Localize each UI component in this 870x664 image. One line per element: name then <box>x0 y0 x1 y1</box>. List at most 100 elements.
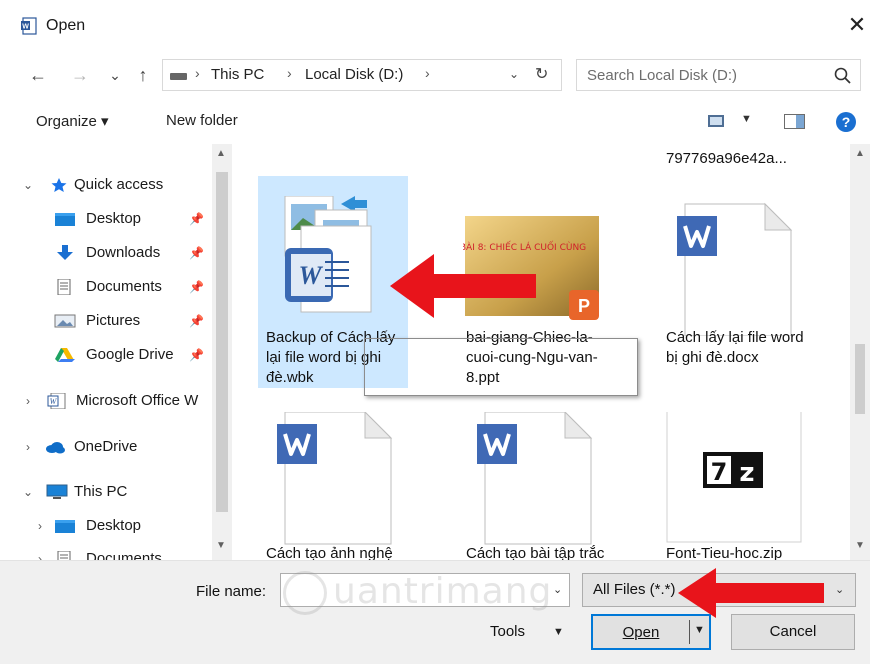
7zip-archive-icon: 7 z <box>666 412 802 543</box>
expand-chevron-icon[interactable]: › <box>32 511 48 541</box>
truncated-file-label[interactable]: 797769a96e42a... <box>666 150 787 167</box>
red-annotation-arrow-icon <box>390 254 536 318</box>
drive-icon <box>170 73 187 80</box>
split-divider <box>689 620 690 644</box>
nav-item-onedrive[interactable]: › OneDrive <box>20 432 210 462</box>
nav-scrollbar[interactable]: ▲ ▼ <box>212 144 232 560</box>
expand-chevron-icon[interactable]: › <box>20 432 36 462</box>
breadcrumb-local-disk[interactable]: Local Disk (D:) <box>305 66 403 83</box>
forward-arrow-icon[interactable]: → <box>68 63 92 87</box>
file-name-label: File name: <box>196 583 267 600</box>
file-item-cach-lay-lai-docx[interactable]: Cách lấy lại file word bị ghi đè.docx <box>658 176 808 388</box>
recent-locations-chevron-icon[interactable]: ⌄ <box>103 63 127 87</box>
open-button[interactable]: Open ▼ <box>591 614 711 650</box>
scroll-up-icon[interactable]: ▲ <box>216 148 226 159</box>
file-item-cach-tao-bai-tap[interactable]: Cách tạo bài tập trắc nghiệm <box>458 392 608 560</box>
file-item-font-tieu-hoc-zip[interactable]: 7 z Font-Tieu-hoc.zip <box>658 392 808 560</box>
nav-item-pictures[interactable]: Pictures 📌 <box>54 306 210 336</box>
file-name-label: Cách lấy lại file word bị ghi đè.docx <box>666 329 804 366</box>
pin-icon: 📌 <box>189 246 204 260</box>
scrollbar-thumb[interactable] <box>855 344 865 414</box>
address-row: ← → ⌄ ↑ › This PC › Local Disk (D:) › ⌄ … <box>0 55 870 95</box>
help-icon[interactable]: ? <box>836 112 856 132</box>
watermark-text: uantrimang <box>333 571 553 612</box>
pin-icon: 📌 <box>189 314 204 328</box>
svg-text:W: W <box>298 261 323 290</box>
nav-item-label: Desktop <box>86 517 142 534</box>
search-input[interactable] <box>577 60 827 90</box>
desktop-folder-icon <box>55 213 75 226</box>
expand-chevron-icon[interactable]: ⌄ <box>20 477 36 507</box>
google-drive-icon <box>55 348 75 362</box>
word-document-icon <box>277 412 393 545</box>
address-bar[interactable]: › This PC › Local Disk (D:) › ⌄ ↻ <box>162 59 562 91</box>
nav-item-desktop[interactable]: Desktop 📌 <box>54 204 210 234</box>
download-arrow-icon <box>57 245 73 260</box>
nav-item-label: Quick access <box>74 176 164 193</box>
search-box[interactable] <box>576 59 861 91</box>
star-icon <box>51 178 67 192</box>
nav-item-quick-access[interactable]: ⌄ Quick access <box>20 170 210 200</box>
nav-item-label: OneDrive <box>74 438 138 455</box>
tools-dropdown-icon[interactable]: ▼ <box>553 626 564 638</box>
nav-item-microsoft-office[interactable]: › W Microsoft Office W <box>20 386 212 416</box>
cancel-button[interactable]: Cancel <box>731 614 855 650</box>
expand-chevron-icon[interactable]: › <box>20 386 36 416</box>
new-folder-button[interactable]: New folder <box>166 112 238 129</box>
nav-item-this-pc-desktop[interactable]: › Desktop <box>32 511 210 541</box>
file-item-cach-tao-anh[interactable]: Cách tạo ảnh nghệ thuật <box>258 392 408 560</box>
window-title: Open <box>46 17 86 34</box>
tools-button[interactable]: Tools <box>490 623 525 640</box>
preview-pane-icon[interactable] <box>784 114 805 129</box>
back-arrow-icon[interactable]: ← <box>26 63 50 87</box>
pin-icon: 📌 <box>189 348 204 362</box>
word-app-icon: W <box>21 17 37 35</box>
breadcrumb-this-pc[interactable]: This PC <box>211 66 264 83</box>
scroll-down-icon[interactable]: ▼ <box>216 540 226 551</box>
scrollbar-thumb[interactable] <box>216 172 228 512</box>
nav-item-label: Microsoft Office W <box>76 392 199 409</box>
pictures-icon <box>54 314 76 328</box>
scroll-up-icon[interactable]: ▲ <box>855 148 865 159</box>
file-list-pane: 797769a96e42a... W Backup of Cách lấy lạ… <box>232 144 870 560</box>
scroll-down-icon[interactable]: ▼ <box>855 540 865 551</box>
view-dropdown-icon[interactable]: ▼ <box>741 113 752 125</box>
svg-text:7: 7 <box>711 458 728 486</box>
nav-item-this-pc[interactable]: ⌄ This PC <box>20 477 210 507</box>
nav-item-documents[interactable]: Documents 📌 <box>54 272 210 302</box>
file-type-dropdown-icon[interactable]: ⌄ <box>835 583 844 596</box>
title-bar: W Open ✕ <box>0 0 870 52</box>
nav-item-google-drive[interactable]: Google Drive 📌 <box>54 340 210 370</box>
onedrive-cloud-icon <box>46 442 65 454</box>
nav-item-this-pc-documents[interactable]: › Documents <box>32 544 210 560</box>
word-backup-icon: W <box>284 196 372 313</box>
files-scrollbar[interactable]: ▲ ▼ <box>850 144 870 560</box>
open-button-label: Open <box>622 624 660 641</box>
breadcrumb-separator: › <box>425 65 430 81</box>
navigation-pane: ⌄ Quick access Desktop 📌 Downloads 📌 Doc… <box>0 144 232 560</box>
refresh-icon[interactable]: ↻ <box>535 64 548 84</box>
documents-icon <box>57 279 71 295</box>
file-type-value: All Files (*.*) <box>593 581 676 598</box>
close-icon[interactable]: ✕ <box>846 12 868 38</box>
computer-icon <box>46 484 68 499</box>
expand-chevron-icon[interactable]: › <box>32 544 48 560</box>
desktop-folder-icon <box>55 520 75 533</box>
nav-item-downloads[interactable]: Downloads 📌 <box>54 238 210 268</box>
open-dropdown-icon[interactable]: ▼ <box>694 624 705 636</box>
command-bar: Organize ▾ New folder ▼ ? <box>0 100 870 144</box>
watermark-logo <box>283 571 327 615</box>
office-word-icon: W <box>47 393 66 409</box>
search-icon[interactable] <box>833 66 853 86</box>
nav-item-label: Desktop <box>86 210 142 227</box>
quantrimang-watermark: uantrimang <box>283 567 573 623</box>
expand-chevron-icon[interactable]: ⌄ <box>20 170 36 200</box>
word-document-icon <box>477 412 593 545</box>
organize-button[interactable]: Organize ▾ <box>36 112 109 130</box>
svg-text:P: P <box>578 296 590 316</box>
red-annotation-arrow-icon <box>678 568 824 618</box>
nav-item-label: Pictures <box>86 312 141 329</box>
address-dropdown-icon[interactable]: ⌄ <box>509 67 519 81</box>
up-arrow-icon[interactable]: ↑ <box>131 63 155 87</box>
change-view-icon[interactable] <box>708 115 724 127</box>
